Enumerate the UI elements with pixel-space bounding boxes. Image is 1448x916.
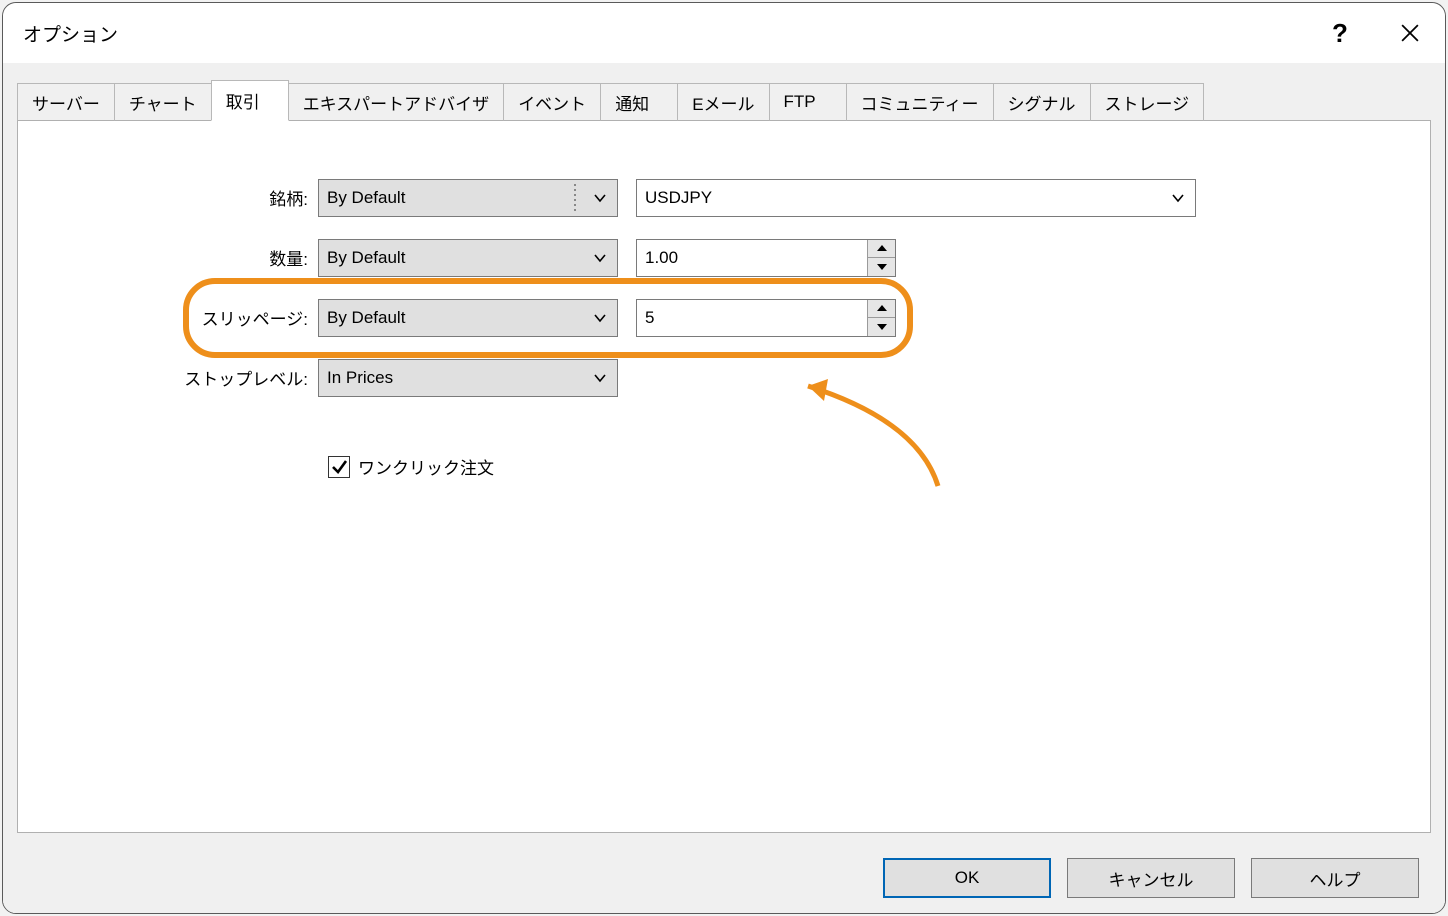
label-volume: 数量: xyxy=(18,245,318,270)
title-bar: オプション ? xyxy=(3,3,1445,63)
cancel-button[interactable]: キャンセル xyxy=(1067,858,1235,898)
volume-up-button[interactable] xyxy=(868,240,895,259)
slippage-mode-value: By Default xyxy=(327,308,405,328)
caret-down-icon xyxy=(877,264,887,270)
client-area: サーバー チャート 取引 エキスパートアドバイザ イベント 通知 Eメール FT… xyxy=(3,63,1445,913)
volume-mode-value: By Default xyxy=(327,248,405,268)
window-title: オプション xyxy=(23,20,118,47)
caret-up-icon xyxy=(877,305,887,311)
tab-community[interactable]: コミュニティー xyxy=(846,83,994,121)
trade-page: 銘柄: By Default USDJPY xyxy=(17,121,1431,833)
tab-email[interactable]: Eメール xyxy=(677,83,769,121)
tab-ea[interactable]: エキスパートアドバイザ xyxy=(288,83,505,121)
options-dialog: オプション ? サーバー チャート 取引 エキスパートアドバイザ イベント 通知… xyxy=(2,2,1446,914)
caret-down-icon xyxy=(877,324,887,330)
slippage-up-button[interactable] xyxy=(868,300,895,319)
chevron-down-icon xyxy=(583,300,617,336)
tab-chart[interactable]: チャート xyxy=(114,83,212,121)
ok-button[interactable]: OK xyxy=(883,858,1051,898)
slippage-spinner[interactable]: 5 xyxy=(636,299,896,337)
label-stoplevel: ストップレベル: xyxy=(18,365,318,390)
help-button[interactable]: ヘルプ xyxy=(1251,858,1419,898)
label-slippage: スリッページ: xyxy=(18,305,318,330)
row-volume: 数量: By Default 1.00 xyxy=(18,236,1430,279)
row-stoplevel: ストップレベル: In Prices xyxy=(18,356,1430,399)
tab-event[interactable]: イベント xyxy=(503,83,601,121)
tab-trade[interactable]: 取引 xyxy=(211,80,289,121)
symbol-input[interactable]: USDJPY xyxy=(636,179,1196,217)
check-icon xyxy=(331,459,347,475)
close-icon xyxy=(1401,24,1419,42)
stoplevel-mode-select[interactable]: In Prices xyxy=(318,359,618,397)
volume-mode-select[interactable]: By Default xyxy=(318,239,618,277)
label-symbol: 銘柄: xyxy=(18,185,318,210)
volume-spinner[interactable]: 1.00 xyxy=(636,239,896,277)
slippage-value[interactable]: 5 xyxy=(637,300,867,336)
tab-server[interactable]: サーバー xyxy=(17,83,115,121)
row-slippage: スリッページ: By Default 5 xyxy=(18,296,1430,339)
volume-down-button[interactable] xyxy=(868,258,895,276)
slippage-mode-select[interactable]: By Default xyxy=(318,299,618,337)
button-bar: OK キャンセル ヘルプ xyxy=(3,843,1445,913)
close-button[interactable] xyxy=(1375,8,1445,58)
stoplevel-mode-value: In Prices xyxy=(327,368,393,388)
symbol-mode-value: By Default xyxy=(327,188,405,208)
chevron-down-icon xyxy=(583,240,617,276)
tab-ftp[interactable]: FTP xyxy=(769,83,847,121)
tab-signal[interactable]: シグナル xyxy=(993,83,1091,121)
row-symbol: 銘柄: By Default USDJPY xyxy=(18,176,1430,219)
symbol-value: USDJPY xyxy=(645,188,712,208)
help-button[interactable]: ? xyxy=(1305,8,1375,58)
caret-up-icon xyxy=(877,245,887,251)
tab-bar: サーバー チャート 取引 エキスパートアドバイザ イベント 通知 Eメール FT… xyxy=(3,63,1445,121)
one-click-label: ワンクリック注文 xyxy=(358,454,494,479)
slippage-down-button[interactable] xyxy=(868,318,895,336)
tab-notify[interactable]: 通知 xyxy=(600,83,678,121)
one-click-checkbox[interactable] xyxy=(328,456,350,478)
tab-storage[interactable]: ストレージ xyxy=(1090,83,1205,121)
grip-icon xyxy=(570,182,580,214)
chevron-down-icon xyxy=(583,360,617,396)
volume-value[interactable]: 1.00 xyxy=(637,240,867,276)
chevron-down-icon xyxy=(1161,180,1195,216)
row-one-click: ワンクリック注文 xyxy=(328,454,1430,479)
symbol-mode-select[interactable]: By Default xyxy=(318,179,618,217)
chevron-down-icon xyxy=(583,180,617,216)
